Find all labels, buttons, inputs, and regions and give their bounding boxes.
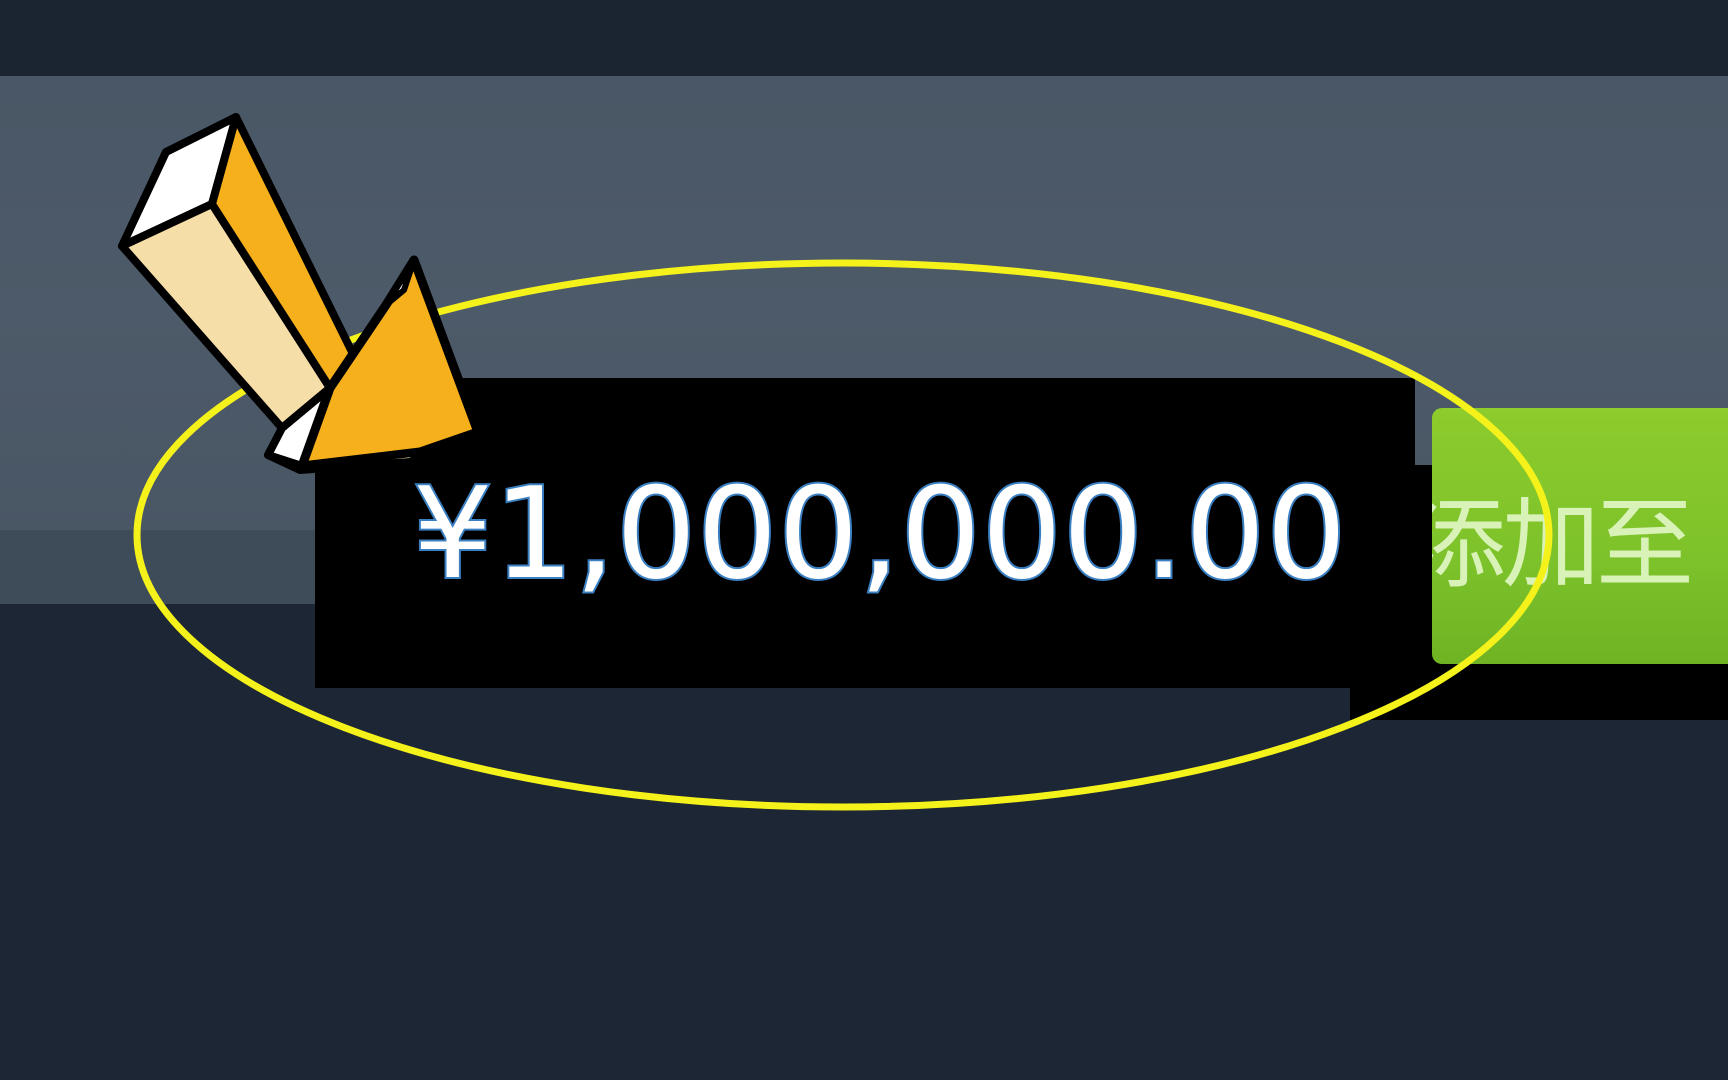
top-header-strip bbox=[0, 0, 1728, 76]
banner-lower-panel bbox=[0, 530, 320, 604]
price-label: ¥1,000,000.00 bbox=[411, 458, 1349, 609]
price-box: ¥1,000,000.00 bbox=[315, 378, 1415, 688]
add-to-cart-button[interactable]: 添加至 bbox=[1432, 408, 1728, 664]
add-to-cart-label: 添加至 bbox=[1432, 488, 1694, 602]
